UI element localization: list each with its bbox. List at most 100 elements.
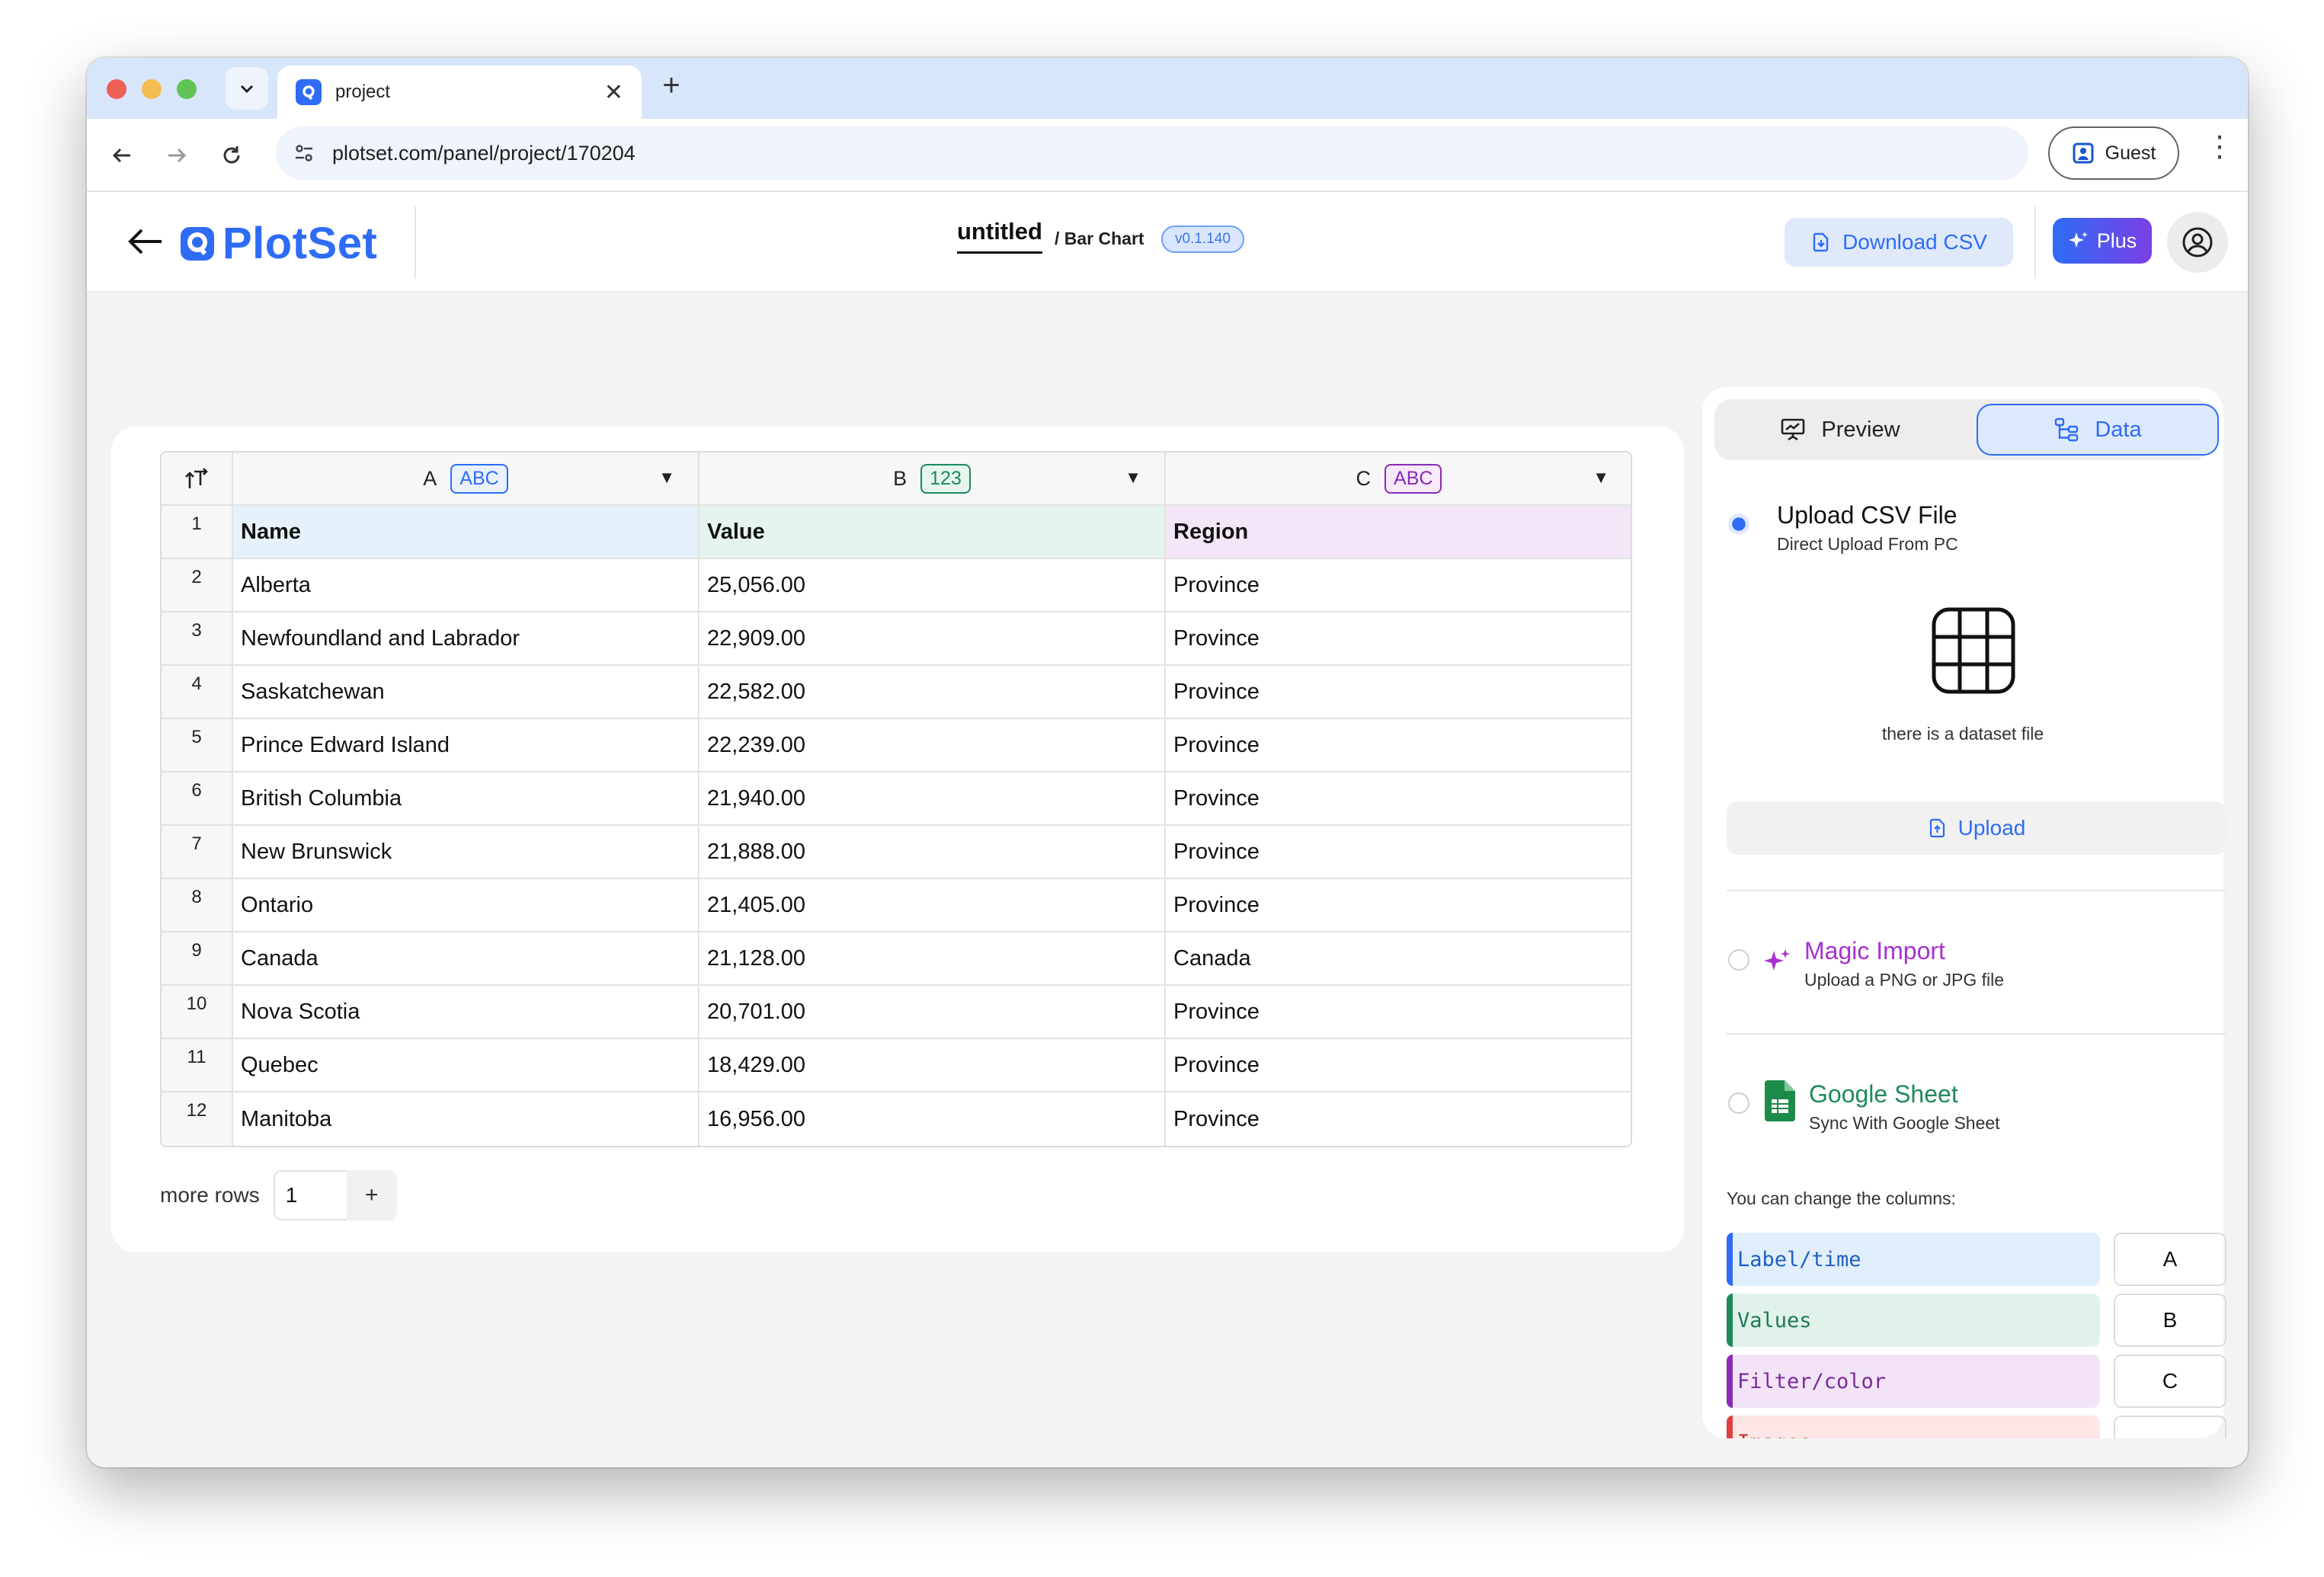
row-number[interactable]: 3 <box>162 613 233 664</box>
row-number[interactable]: 11 <box>162 1039 233 1091</box>
user-account-button[interactable] <box>2167 212 2228 273</box>
reload-button[interactable] <box>213 137 250 174</box>
guest-profile-button[interactable]: Guest <box>2048 126 2179 180</box>
table-cell[interactable]: Prince Edward Island <box>233 719 699 771</box>
mapping-value-input[interactable] <box>2114 1415 2226 1438</box>
table-cell[interactable]: 22,909.00 <box>699 613 1166 664</box>
browser-tab[interactable]: project ✕ <box>277 66 642 119</box>
mapping-value-input[interactable]: C <box>2114 1355 2226 1408</box>
tab-preview[interactable]: Preview <box>1719 404 1961 456</box>
upload-csv-radio[interactable] <box>1728 513 1749 535</box>
column-header-c[interactable]: C ABC ▼ <box>1166 453 1631 504</box>
plus-upgrade-button[interactable]: Plus <box>2053 218 2152 264</box>
row-number[interactable]: 2 <box>162 559 233 611</box>
row-number[interactable]: 10 <box>162 986 233 1038</box>
tab-search-button[interactable] <box>226 67 268 110</box>
table-row: 9 Canada 21,128.00 Canada <box>162 932 1631 986</box>
back-arrow-icon[interactable] <box>125 221 166 262</box>
column-menu-icon[interactable]: ▼ <box>658 468 675 488</box>
row-number[interactable]: 7 <box>162 826 233 878</box>
back-button[interactable] <box>104 137 140 174</box>
address-bar[interactable]: plotset.com/panel/project/170204 <box>276 126 2028 180</box>
table-cell[interactable]: Name <box>233 506 699 558</box>
browser-menu-icon[interactable]: ⋮ <box>2205 133 2234 162</box>
table-cell[interactable]: Newfoundland and Labrador <box>233 613 699 664</box>
mapping-label-filter: Filter/color <box>1727 1355 2100 1408</box>
table-cell[interactable]: Ontario <box>233 879 699 931</box>
table-cell[interactable]: Province <box>1166 666 1631 718</box>
table-row: 2 Alberta 25,056.00 Province <box>162 559 1631 613</box>
add-rows-button[interactable]: + <box>346 1170 397 1220</box>
row-number[interactable]: 8 <box>162 879 233 931</box>
table-cell[interactable]: 16,956.00 <box>699 1092 1166 1146</box>
table-cell[interactable]: Region <box>1166 506 1631 558</box>
table-cell[interactable]: Province <box>1166 879 1631 931</box>
row-number[interactable]: 5 <box>162 719 233 771</box>
arrow-right-icon <box>168 148 187 163</box>
tab-data[interactable]: Data <box>1977 404 2219 456</box>
table-cell[interactable]: Province <box>1166 1039 1631 1091</box>
project-title[interactable]: untitled <box>957 218 1042 254</box>
table-row: 6 British Columbia 21,940.00 Province <box>162 773 1631 826</box>
table-cell[interactable]: Quebec <box>233 1039 699 1091</box>
table-cell[interactable]: 21,128.00 <box>699 932 1166 984</box>
minimize-window-button[interactable] <box>142 79 162 99</box>
column-type-badge[interactable]: 123 <box>920 463 971 494</box>
forward-button[interactable] <box>158 137 195 174</box>
plotset-logo[interactable]: PlotSet <box>178 218 377 269</box>
table-cell[interactable]: 21,405.00 <box>699 879 1166 931</box>
column-header-a[interactable]: A ABC ▼ <box>233 453 699 504</box>
table-cell[interactable]: New Brunswick <box>233 826 699 878</box>
table-cell[interactable]: Nova Scotia <box>233 986 699 1038</box>
table-cell[interactable]: 18,429.00 <box>699 1039 1166 1091</box>
row-number[interactable]: 6 <box>162 773 233 824</box>
upload-button[interactable]: Upload <box>1727 801 2226 855</box>
column-menu-icon[interactable]: ▼ <box>1125 468 1141 488</box>
column-type-badge[interactable]: ABC <box>1384 463 1442 494</box>
table-cell[interactable]: Alberta <box>233 559 699 611</box>
download-csv-button[interactable]: Download CSV <box>1785 218 2013 267</box>
more-rows-input[interactable]: 1 <box>273 1170 347 1220</box>
table-cell[interactable]: Canada <box>1166 932 1631 984</box>
magic-import-radio[interactable] <box>1728 949 1749 971</box>
row-number[interactable]: 12 <box>162 1092 233 1146</box>
table-cell[interactable]: 22,582.00 <box>699 666 1166 718</box>
table-cell[interactable]: 20,701.00 <box>699 986 1166 1038</box>
new-tab-button[interactable]: + <box>652 69 690 103</box>
row-number[interactable]: 9 <box>162 932 233 984</box>
close-window-button[interactable] <box>107 79 126 99</box>
table-cell[interactable]: 21,940.00 <box>699 773 1166 824</box>
table-cell[interactable]: Province <box>1166 613 1631 664</box>
magic-import-option[interactable]: Magic Import Upload a PNG or JPG file <box>1728 937 2004 990</box>
zoom-window-button[interactable] <box>177 79 197 99</box>
table-cell[interactable]: Province <box>1166 986 1631 1038</box>
table-cell[interactable]: Province <box>1166 559 1631 611</box>
row-number[interactable]: 1 <box>162 506 233 558</box>
table-cell[interactable]: Saskatchewan <box>233 666 699 718</box>
upload-csv-subtitle: Direct Upload From PC <box>1777 534 1958 554</box>
mapping-value-input[interactable]: B <box>2114 1294 2226 1347</box>
table-cell[interactable]: British Columbia <box>233 773 699 824</box>
table-cell[interactable]: Canada <box>233 932 699 984</box>
column-header-b[interactable]: B 123 ▼ <box>699 453 1166 504</box>
row-number[interactable]: 4 <box>162 666 233 718</box>
google-sheet-option[interactable]: Google Sheet Sync With Google Sheet <box>1728 1080 2000 1134</box>
table-cell[interactable]: Province <box>1166 826 1631 878</box>
transpose-button[interactable] <box>162 453 233 504</box>
table-row: 11 Quebec 18,429.00 Province <box>162 1039 1631 1092</box>
table-cell[interactable]: Province <box>1166 1092 1631 1146</box>
table-cell[interactable]: Province <box>1166 773 1631 824</box>
google-sheet-radio[interactable] <box>1728 1092 1749 1114</box>
table-cell[interactable]: Value <box>699 506 1166 558</box>
table-cell[interactable]: Province <box>1166 719 1631 771</box>
close-tab-icon[interactable]: ✕ <box>604 79 623 106</box>
table-cell[interactable]: 25,056.00 <box>699 559 1166 611</box>
table-cell[interactable]: 21,888.00 <box>699 826 1166 878</box>
column-menu-icon[interactable]: ▼ <box>1593 468 1609 488</box>
table-cell[interactable]: Manitoba <box>233 1092 699 1146</box>
upload-csv-option[interactable]: Upload CSV File Direct Upload From PC <box>1728 501 1958 555</box>
table-cell[interactable]: 22,239.00 <box>699 719 1166 771</box>
column-mapping-row: Label/time A <box>1727 1233 2226 1286</box>
column-type-badge[interactable]: ABC <box>450 463 508 494</box>
mapping-value-input[interactable]: A <box>2114 1233 2226 1286</box>
